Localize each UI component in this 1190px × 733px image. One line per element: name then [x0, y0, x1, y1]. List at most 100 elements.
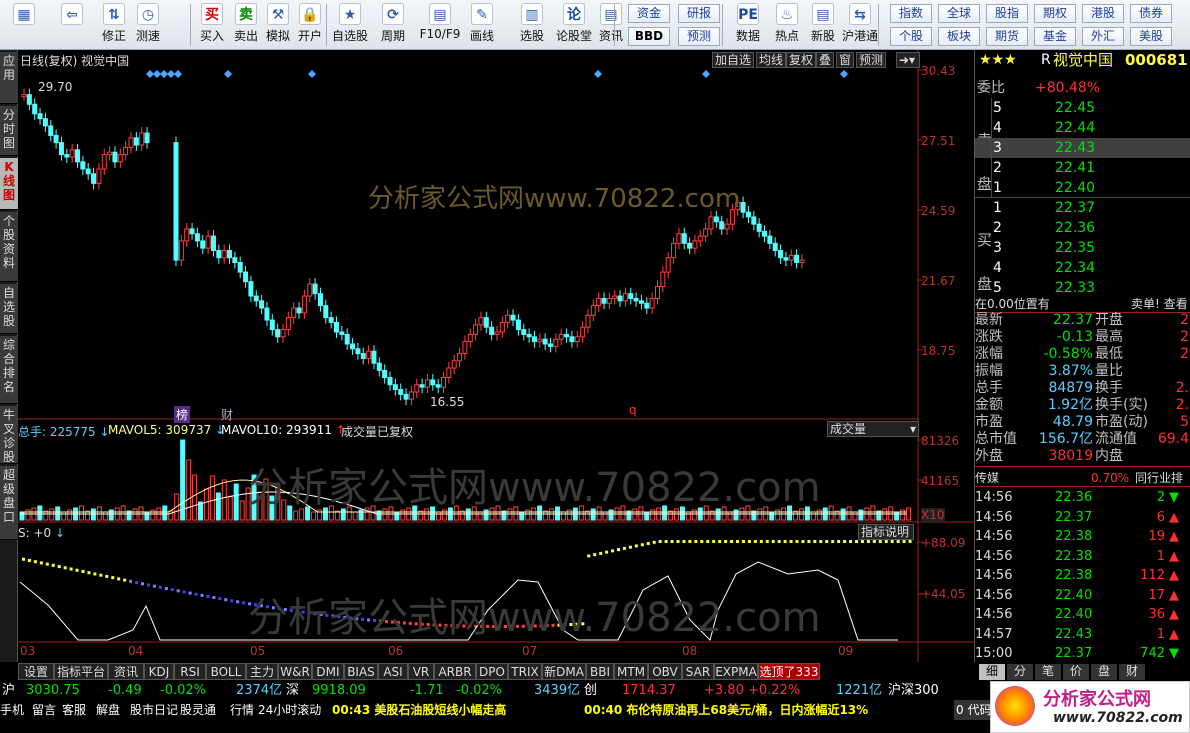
toolbar-btn-买入[interactable]: 买买入	[196, 3, 228, 47]
quick-link-BBD[interactable]: BBD	[628, 27, 670, 46]
chart-btn-叠[interactable]: 叠	[816, 52, 835, 68]
quick-link-股指[interactable]: 股指	[986, 4, 1028, 23]
tab-新DMA[interactable]: 新DMA	[542, 663, 586, 680]
tab-BOLL[interactable]: BOLL	[206, 663, 246, 680]
leftnav-综合排名[interactable]: 综合排名	[0, 336, 18, 404]
quick-link-期权[interactable]: 期权	[1034, 4, 1076, 23]
status-item-解盘[interactable]: 解盘	[96, 700, 120, 720]
tab-主力[interactable]: 主力	[246, 663, 278, 680]
quote-tab-笔[interactable]: 笔	[1035, 664, 1061, 680]
quick-link-研报[interactable]: 研报	[678, 4, 720, 23]
chart-btn-加自选[interactable]: 加自选	[712, 52, 755, 68]
toolbar-btn-开户[interactable]: 🔒 开户	[294, 3, 326, 47]
toolbar-btn-模拟[interactable]: ⚒ 模拟	[262, 3, 294, 47]
quote-tab-盘[interactable]: 盘	[1091, 664, 1117, 680]
quick-link-美股[interactable]: 美股	[1130, 27, 1172, 46]
toolbar-btn-沪港通[interactable]: ⇆ 沪港通	[840, 3, 880, 47]
bid-price[interactable]: 22.35	[1055, 238, 1095, 258]
leftnav-个股资料[interactable]: 个股资料	[0, 212, 18, 282]
tab-BBI[interactable]: BBI	[586, 663, 614, 680]
toolbar-btn-论股堂[interactable]: 论论股堂	[554, 3, 594, 47]
tab-MTM[interactable]: MTM	[614, 663, 648, 680]
rank-marker[interactable]: 榜	[174, 406, 191, 423]
tab-ARBR[interactable]: ARBR	[434, 663, 476, 680]
q-marker[interactable]: q	[629, 403, 637, 417]
quote-tab-细[interactable]: 细	[979, 664, 1005, 680]
status-item-股灵通[interactable]: 股灵通	[180, 700, 216, 720]
leftnav-牛叉诊股[interactable]: 牛叉诊股	[0, 406, 18, 464]
toolbar-btn-back-arrow[interactable]: ⇦	[52, 3, 92, 47]
status-item-24小时滚动[interactable]: 24小时滚动	[258, 700, 321, 720]
quick-link-期货[interactable]: 期货	[986, 27, 1028, 46]
toolbar-btn-数据[interactable]: PE 数据	[730, 3, 766, 47]
toolbar-btn-周期[interactable]: ⟳ 周期	[372, 3, 414, 47]
tab-TRIX[interactable]: TRIX	[508, 663, 542, 680]
status-item-行情[interactable]: 行情	[230, 700, 254, 720]
toolbar-btn-修正[interactable]: ⇅ 修正	[98, 3, 130, 47]
tab-VR[interactable]: VR	[408, 663, 434, 680]
quick-link-债券[interactable]: 债券	[1130, 4, 1172, 23]
tab-选顶了333[interactable]: 选顶了333	[758, 663, 820, 680]
news-item-2[interactable]: 00:40 布伦特原油再上68美元/桶，日内涨幅近13%	[584, 700, 868, 720]
tab-EXPMA[interactable]: EXPMA	[714, 663, 758, 680]
quick-link-外汇[interactable]: 外汇	[1082, 27, 1124, 46]
bid-price[interactable]: 22.34	[1055, 258, 1095, 278]
toolbar-btn-选股[interactable]: ▥ 选股	[512, 3, 552, 47]
tab-DMI[interactable]: DMI	[312, 663, 344, 680]
industry-name[interactable]: 传媒	[975, 468, 999, 488]
chart-btn-复权[interactable]: 复权	[786, 52, 817, 68]
volume-selector[interactable]: 成交量 ▾	[827, 421, 919, 437]
finance-marker[interactable]: 财	[221, 406, 233, 423]
tab-KDJ[interactable]: KDJ	[144, 663, 174, 680]
status-item-股市日记[interactable]: 股市日记	[130, 700, 178, 720]
tab-OBV[interactable]: OBV	[648, 663, 682, 680]
tab-设置[interactable]: 设置	[18, 663, 54, 680]
chart-btn-窗[interactable]: 窗	[836, 52, 855, 68]
quick-link-个股[interactable]: 个股	[890, 27, 932, 46]
toolbar-btn-新股[interactable]: ▤ 新股	[806, 3, 840, 47]
quick-link-全球[interactable]: 全球	[938, 4, 980, 23]
chart-btn-预测[interactable]: 预测	[856, 52, 887, 68]
status-item-留言[interactable]: 留言	[32, 700, 56, 720]
toolbar-btn-windows[interactable]: ▦	[4, 3, 44, 47]
quick-link-指数[interactable]: 指数	[890, 4, 932, 23]
position-right[interactable]: 卖单! 查看	[1131, 294, 1188, 314]
quick-link-预测[interactable]: 预测	[678, 27, 720, 46]
chart-menu-button[interactable]: ➜▾	[896, 52, 920, 68]
toolbar-btn-自选股[interactable]: ★ 自选股	[330, 3, 370, 47]
tab-资讯[interactable]: 资讯	[108, 663, 144, 680]
status-item-手机[interactable]: 手机	[0, 700, 24, 720]
toolbar-btn-热点[interactable]: ♨ 热点	[770, 3, 804, 47]
tab-DPO[interactable]: DPO	[476, 663, 508, 680]
industry-rank[interactable]: 同行业排	[1135, 468, 1183, 488]
leftnav-K线图[interactable]: K线图	[0, 158, 18, 210]
code-input[interactable]: 0 代码	[954, 700, 994, 720]
tab-指标平台[interactable]: 指标平台	[54, 663, 108, 680]
leftnav-分时图[interactable]: 分时图	[0, 106, 18, 156]
toolbar-btn-卖出[interactable]: 卖卖出	[230, 3, 262, 47]
tab-BIAS[interactable]: BIAS	[344, 663, 378, 680]
quote-tab-分[interactable]: 分	[1007, 664, 1033, 680]
leftnav-超级盘口[interactable]: 超级盘口	[0, 466, 18, 540]
news-item-1[interactable]: 00:43 美股石油股短线小幅走高	[332, 700, 506, 720]
quote-tab-财[interactable]: 财	[1119, 664, 1145, 680]
leftnav-自选股[interactable]: 自选股	[0, 284, 18, 334]
quick-link-板块[interactable]: 板块	[938, 27, 980, 46]
tab-ASI[interactable]: ASI	[378, 663, 408, 680]
toolbar-btn-画线[interactable]: ✎ 画线	[462, 3, 502, 47]
quick-link-港股[interactable]: 港股	[1082, 4, 1124, 23]
toolbar-btn-资讯[interactable]: ▤ 资讯	[594, 3, 628, 47]
status-item-客服[interactable]: 客服	[62, 700, 86, 720]
toolbar-btn-F10/F9[interactable]: ▤ F10/F9	[418, 3, 462, 47]
tab-W&R[interactable]: W&R	[278, 663, 312, 680]
toolbar-btn-测速[interactable]: ◷ 测速	[132, 3, 164, 47]
bid-price[interactable]: 22.36	[1055, 218, 1095, 238]
tab-RSI[interactable]: RSI	[174, 663, 206, 680]
leftnav-应用[interactable]: 应用	[0, 52, 18, 104]
quick-link-资金[interactable]: 资金	[628, 4, 670, 23]
kline-chart-area[interactable]: 日线(复权) 视觉中国 加自选 均线 复权叠窗预测 ➜▾ 29.70 16.55 榜 …	[18, 50, 974, 662]
quote-tab-价[interactable]: 价	[1063, 664, 1089, 680]
indicator-help-button[interactable]: 指标说明	[858, 524, 914, 540]
bid-price[interactable]: 22.37	[1055, 198, 1095, 218]
quick-link-基金[interactable]: 基金	[1034, 27, 1076, 46]
